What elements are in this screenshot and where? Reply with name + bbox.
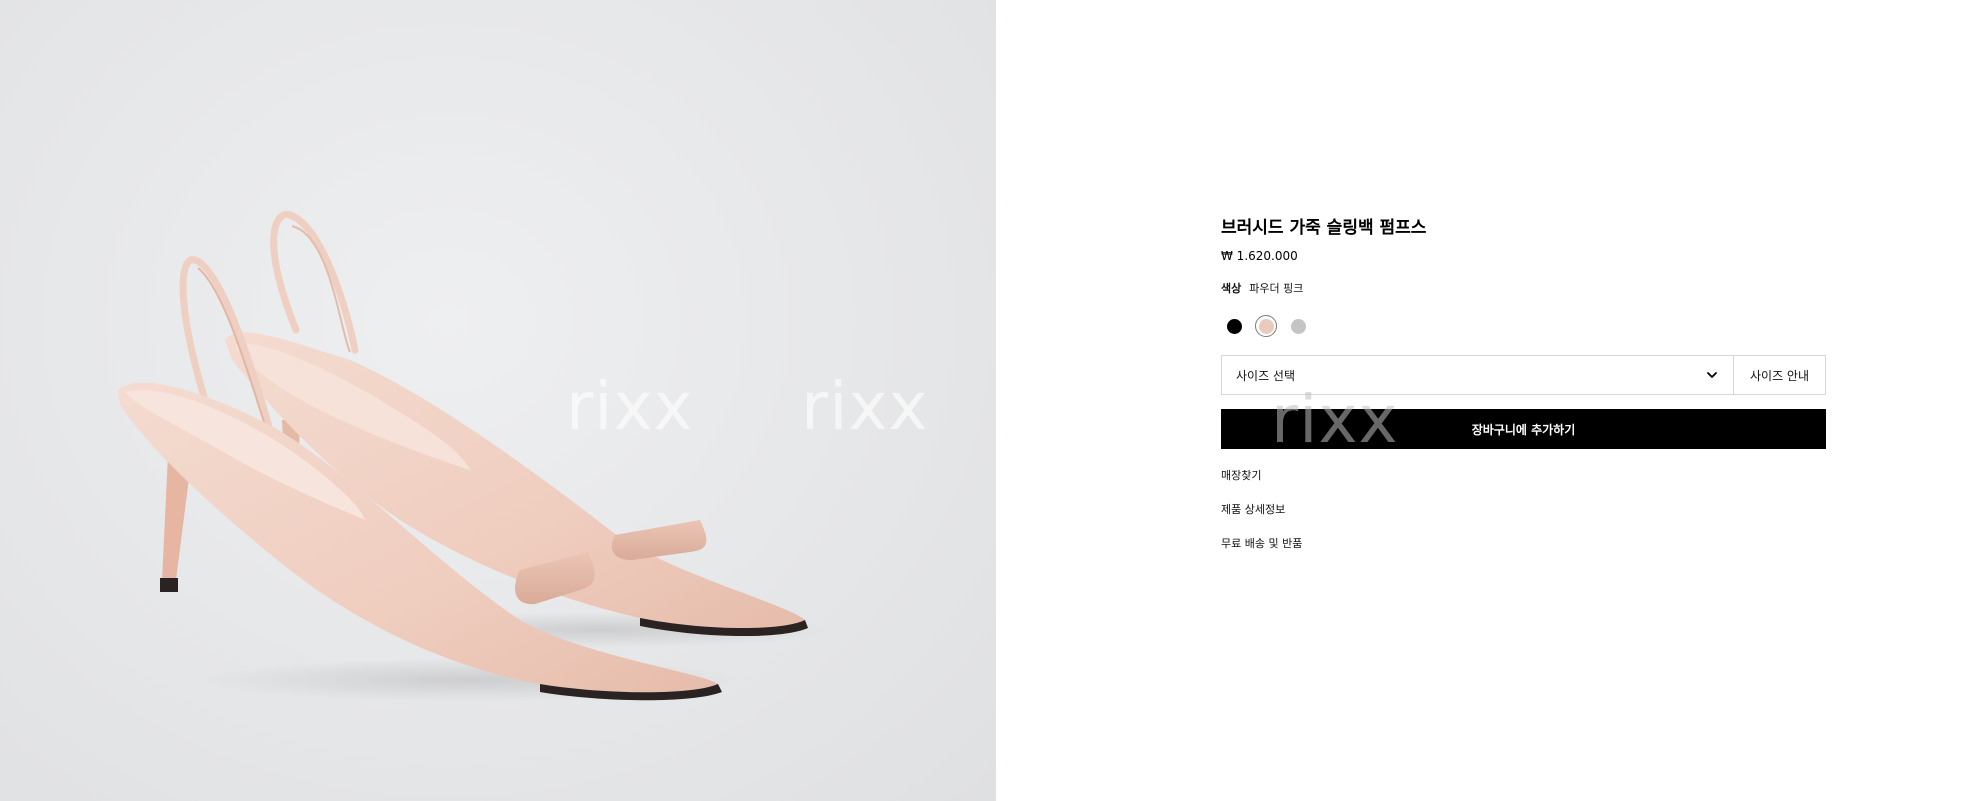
size-select-label: 사이즈 선택	[1236, 368, 1296, 383]
info-links: 매장찾기 제품 상세정보 무료 배송 및 반품	[1221, 467, 1826, 552]
add-to-cart-button[interactable]: 장바구니에 추가하기	[1221, 409, 1826, 449]
product-details: 브러시드 가죽 슬링백 펌프스 ₩ 1.620.000 색상 파우더 핑크 사이…	[1221, 215, 1826, 552]
product-price: ₩ 1.620.000	[1221, 249, 1298, 263]
product-image[interactable]: rixx rixx	[0, 0, 996, 801]
shipping-returns-link[interactable]: 무료 배송 및 반품	[1221, 535, 1826, 552]
shoe-illustration	[118, 211, 830, 702]
color-value: 파우더 핑크	[1249, 282, 1304, 295]
swatch-black-dot	[1226, 318, 1242, 334]
size-select-dropdown[interactable]: 사이즈 선택	[1222, 356, 1733, 394]
product-title: 브러시드 가죽 슬링백 펌프스	[1221, 218, 1427, 238]
product-page: rixx rixx rixx 브러시드 가죽 슬링백 펌프스 ₩ 1.620.0…	[0, 0, 1961, 801]
color-label: 색상	[1221, 282, 1242, 295]
size-guide-button[interactable]: 사이즈 안내	[1733, 356, 1825, 394]
swatch-powder-pink[interactable]	[1255, 315, 1277, 337]
swatch-powder-pink-dot	[1258, 318, 1274, 334]
product-details-link[interactable]: 제품 상세정보	[1221, 501, 1826, 518]
swatch-grey-dot	[1290, 318, 1306, 334]
swatch-black[interactable]	[1223, 315, 1245, 337]
color-info: 색상 파우더 핑크	[1221, 281, 1826, 297]
store-locator-link[interactable]: 매장찾기	[1221, 467, 1826, 484]
chevron-down-icon	[1707, 372, 1717, 378]
swatch-grey[interactable]	[1287, 315, 1309, 337]
color-swatches	[1221, 314, 1826, 338]
size-row: 사이즈 선택 사이즈 안내	[1221, 355, 1826, 395]
